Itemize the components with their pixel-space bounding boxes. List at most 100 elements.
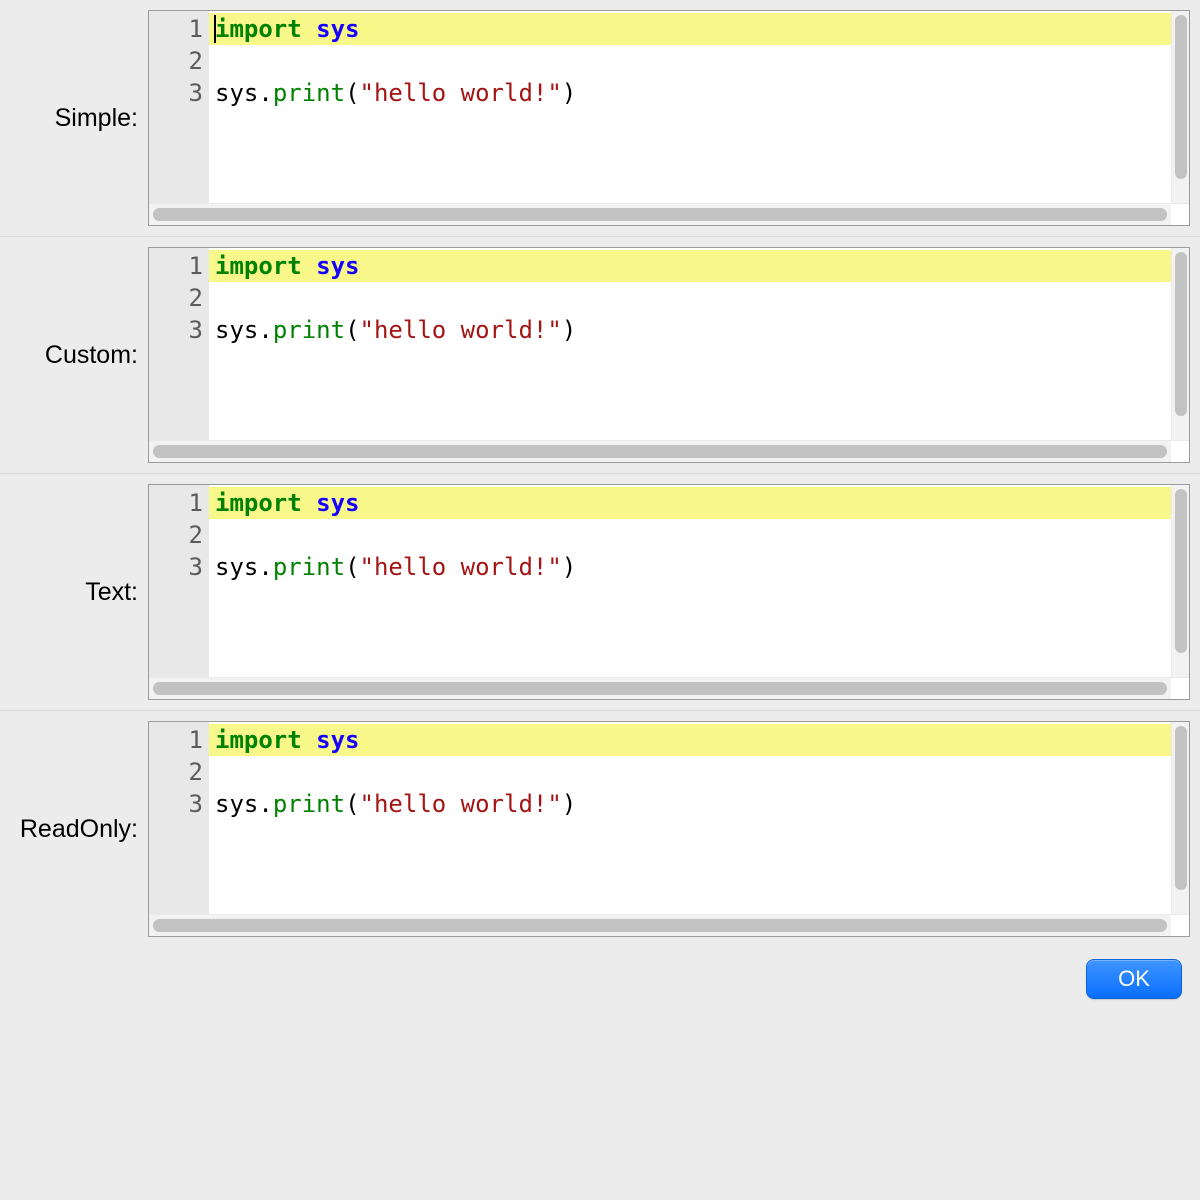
vertical-scrollbar[interactable] xyxy=(1171,11,1189,203)
vertical-scrollbar[interactable] xyxy=(1171,248,1189,440)
text-caret xyxy=(214,15,216,43)
button-bar: OK xyxy=(0,947,1200,1017)
code-editor-custom[interactable]: 123import syssys.print("hello world!") xyxy=(148,247,1190,463)
code-token: ( xyxy=(345,553,359,581)
code-token: print xyxy=(273,79,345,107)
code-token: sys xyxy=(316,252,359,280)
code-token: "hello world!" xyxy=(360,553,562,581)
code-token: sys xyxy=(215,316,258,344)
horizontal-scrollbar[interactable] xyxy=(149,204,1171,225)
code-token: print xyxy=(273,553,345,581)
row-readonly: ReadOnly:123import syssys.print("hello w… xyxy=(0,711,1200,947)
line-number: 1 xyxy=(149,724,203,756)
code-token: import xyxy=(215,252,302,280)
label-custom: Custom: xyxy=(0,341,148,370)
line-number: 3 xyxy=(149,314,203,346)
line-number: 1 xyxy=(149,13,203,45)
ok-button[interactable]: OK xyxy=(1086,959,1182,999)
code-token: import xyxy=(215,726,302,754)
horizontal-scrollbar-thumb[interactable] xyxy=(153,919,1167,932)
code-token: ) xyxy=(562,79,576,107)
code-token: sys xyxy=(316,726,359,754)
code-token: import xyxy=(215,489,302,517)
code-editor-simple[interactable]: 123import syssys.print("hello world!") xyxy=(148,10,1190,226)
code-area[interactable]: import syssys.print("hello world!") xyxy=(209,485,1171,677)
vertical-scrollbar-thumb[interactable] xyxy=(1175,489,1187,653)
vertical-scrollbar[interactable] xyxy=(1171,722,1189,914)
code-token: print xyxy=(273,316,345,344)
horizontal-scrollbar-thumb[interactable] xyxy=(153,445,1167,458)
line-number: 3 xyxy=(149,551,203,583)
scrollbar-corner xyxy=(1171,441,1189,462)
code-token: sys xyxy=(215,790,258,818)
code-token: ( xyxy=(345,79,359,107)
code-token: ( xyxy=(345,316,359,344)
code-token xyxy=(302,726,316,754)
code-token: . xyxy=(258,79,272,107)
code-token: "hello world!" xyxy=(360,790,562,818)
code-editor-text[interactable]: 123import syssys.print("hello world!") xyxy=(148,484,1190,700)
code-line: sys.print("hello world!") xyxy=(209,314,1171,346)
line-number: 2 xyxy=(149,519,203,551)
line-number: 1 xyxy=(149,250,203,282)
line-number-gutter: 123 xyxy=(149,722,209,914)
code-token: import xyxy=(215,15,302,43)
code-line xyxy=(209,756,1171,788)
horizontal-scrollbar[interactable] xyxy=(149,441,1171,462)
code-line: sys.print("hello world!") xyxy=(209,788,1171,820)
horizontal-scrollbar[interactable] xyxy=(149,915,1171,936)
line-number: 1 xyxy=(149,487,203,519)
line-number-gutter: 123 xyxy=(149,248,209,440)
code-token: "hello world!" xyxy=(360,316,562,344)
code-token: ) xyxy=(562,790,576,818)
code-line xyxy=(209,282,1171,314)
code-line: import sys xyxy=(209,13,1171,45)
code-token xyxy=(302,252,316,280)
code-token: sys xyxy=(215,79,258,107)
code-token: sys xyxy=(316,489,359,517)
code-token: . xyxy=(258,553,272,581)
code-line: import sys xyxy=(209,250,1171,282)
horizontal-scrollbar-thumb[interactable] xyxy=(153,208,1167,221)
code-token: sys xyxy=(316,15,359,43)
line-number-gutter: 123 xyxy=(149,11,209,203)
code-token: ( xyxy=(345,790,359,818)
vertical-scrollbar[interactable] xyxy=(1171,485,1189,677)
scrollbar-corner xyxy=(1171,204,1189,225)
label-readonly: ReadOnly: xyxy=(0,815,148,844)
code-token: . xyxy=(258,790,272,818)
row-simple: Simple:123import syssys.print("hello wor… xyxy=(0,0,1200,237)
row-custom: Custom:123import syssys.print("hello wor… xyxy=(0,237,1200,474)
code-token: print xyxy=(273,790,345,818)
scrollbar-corner xyxy=(1171,915,1189,936)
scrollbar-corner xyxy=(1171,678,1189,699)
editor-rows: Simple:123import syssys.print("hello wor… xyxy=(0,0,1200,947)
code-area[interactable]: import syssys.print("hello world!") xyxy=(209,248,1171,440)
line-number: 2 xyxy=(149,756,203,788)
vertical-scrollbar-thumb[interactable] xyxy=(1175,15,1187,179)
dialog-content: Simple:123import syssys.print("hello wor… xyxy=(0,0,1200,1200)
line-number: 2 xyxy=(149,45,203,77)
vertical-scrollbar-thumb[interactable] xyxy=(1175,252,1187,416)
code-token: "hello world!" xyxy=(360,79,562,107)
code-line: import sys xyxy=(209,487,1171,519)
code-line: sys.print("hello world!") xyxy=(209,551,1171,583)
line-number: 2 xyxy=(149,282,203,314)
code-area[interactable]: import syssys.print("hello world!") xyxy=(209,11,1171,203)
code-line: import sys xyxy=(209,724,1171,756)
code-area: import syssys.print("hello world!") xyxy=(209,722,1171,914)
line-number: 3 xyxy=(149,788,203,820)
horizontal-scrollbar[interactable] xyxy=(149,678,1171,699)
code-line: sys.print("hello world!") xyxy=(209,77,1171,109)
label-simple: Simple: xyxy=(0,104,148,133)
code-line xyxy=(209,519,1171,551)
code-token xyxy=(302,489,316,517)
vertical-scrollbar-thumb[interactable] xyxy=(1175,726,1187,890)
code-token: sys xyxy=(215,553,258,581)
code-line xyxy=(209,45,1171,77)
code-token: . xyxy=(258,316,272,344)
horizontal-scrollbar-thumb[interactable] xyxy=(153,682,1167,695)
row-text: Text:123import syssys.print("hello world… xyxy=(0,474,1200,711)
label-text: Text: xyxy=(0,578,148,607)
code-token: ) xyxy=(562,553,576,581)
